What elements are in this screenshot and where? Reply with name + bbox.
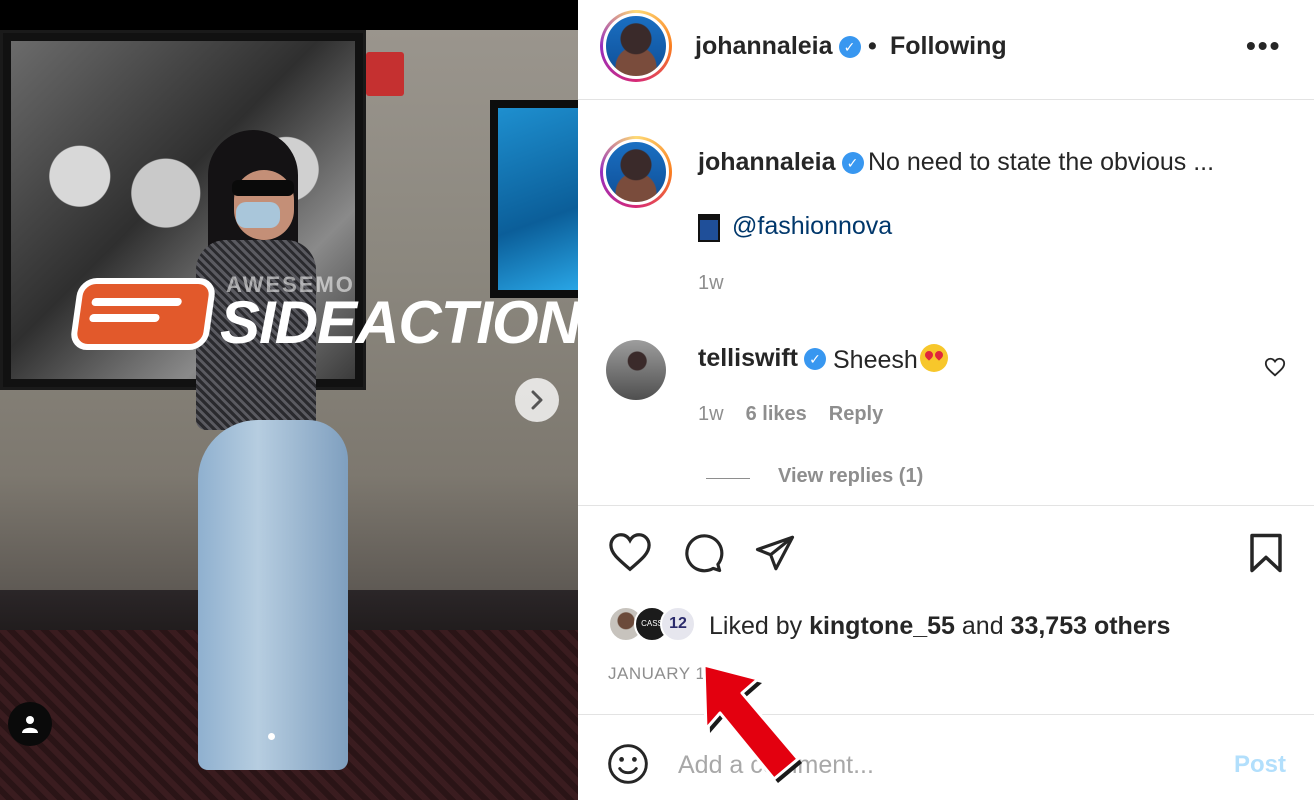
tagged-users-button[interactable] — [8, 702, 52, 746]
author-username[interactable]: johannaleia ✓ — [695, 32, 861, 61]
comment-button[interactable] — [682, 532, 724, 579]
post-date[interactable]: JANUARY 1 — [608, 664, 705, 684]
verified-badge-icon: ✓ — [838, 36, 861, 58]
next-media-button[interactable] — [515, 378, 559, 422]
carousel-dot-active — [268, 733, 275, 740]
chevron-right-icon — [531, 390, 543, 410]
liked-by-others-link[interactable]: 33,753 others — [1011, 612, 1171, 640]
watermark-big-text: SIDEACTION — [220, 289, 578, 356]
add-comment-input[interactable] — [678, 745, 1198, 785]
like-button[interactable] — [608, 532, 652, 577]
post-details-panel: johannaleia ✓ • Following ••• johannaleia… — [578, 0, 1314, 800]
pointing-hand-icon — [68, 278, 218, 350]
send-icon — [755, 535, 795, 571]
heart-icon — [609, 533, 651, 572]
comment-timestamp[interactable]: 1w — [698, 403, 724, 426]
header-separator: • — [868, 32, 877, 60]
person-icon — [22, 716, 38, 733]
post-subject — [196, 130, 366, 770]
caption-username[interactable]: johannaleia ✓ — [698, 148, 864, 177]
caption-mention-link[interactable]: @fashionnova — [732, 212, 892, 241]
comment-reply-button[interactable]: Reply — [829, 403, 883, 426]
replies-divider — [706, 478, 750, 479]
comment-likes-count[interactable]: 6 likes — [746, 403, 807, 426]
bookmark-icon — [1250, 533, 1282, 573]
carousel-dots — [268, 733, 275, 740]
verified-badge-icon: ✓ — [841, 152, 864, 174]
liked-by-prefix: Liked by — [709, 612, 810, 640]
comment-text-content: Sheesh — [833, 346, 918, 374]
post-actions-bar — [578, 505, 1314, 595]
liked-by-and: and — [954, 612, 1011, 640]
heart-eyes-emoji-icon — [919, 344, 948, 372]
liked-by-avatars[interactable]: CASS ATHE 12 — [608, 606, 700, 660]
post-header: johannaleia ✓ • Following ••• — [578, 0, 1314, 100]
emoji-picker-button[interactable] — [606, 742, 650, 791]
jeans-emoji-icon — [698, 214, 720, 242]
commenter-username-text: telliswift — [698, 344, 799, 372]
view-replies-button[interactable]: View replies (1) — [778, 465, 923, 488]
comment-icon — [685, 534, 724, 573]
following-button[interactable]: Following — [890, 32, 1007, 61]
wall-artwork-right — [490, 100, 578, 298]
watermark-logo: AWESEMO SIDEACTION — [68, 272, 578, 362]
caption-author-avatar[interactable] — [600, 136, 672, 208]
more-options-icon[interactable]: ••• — [1246, 30, 1281, 62]
comment-like-button[interactable] — [1264, 356, 1286, 383]
smiley-icon — [608, 744, 648, 784]
instagram-post-view: AWESEMO SIDEACTION johannaleia ✓ • Follow… — [0, 0, 1314, 800]
commenter-avatar[interactable] — [606, 340, 666, 400]
save-button[interactable] — [1248, 532, 1284, 579]
post-comment-button[interactable]: Post — [1234, 751, 1286, 779]
comment-text: Sheesh — [833, 344, 948, 375]
caption-username-text: johannaleia — [698, 148, 836, 176]
fire-alarm — [366, 52, 404, 96]
heart-icon — [1264, 357, 1286, 377]
verified-badge-icon: ✓ — [804, 348, 827, 370]
author-username-text: johannaleia — [695, 32, 833, 60]
caption-timestamp[interactable]: 1w — [698, 272, 724, 295]
liked-by-user-link[interactable]: kingtone_55 — [809, 612, 955, 640]
post-media: AWESEMO SIDEACTION — [0, 0, 578, 800]
comment-meta: 1w 6 likes Reply — [698, 403, 883, 426]
add-comment-bar: Post — [578, 714, 1314, 800]
caption-text: No need to state the obvious ... — [868, 148, 1215, 176]
liked-by-text: Liked by kingtone_55 and 33,753 others — [709, 612, 1170, 641]
author-avatar[interactable] — [600, 10, 672, 82]
commenter-username[interactable]: telliswift ✓ — [698, 344, 827, 373]
share-button[interactable] — [754, 532, 796, 579]
avatar: 12 — [660, 606, 696, 642]
